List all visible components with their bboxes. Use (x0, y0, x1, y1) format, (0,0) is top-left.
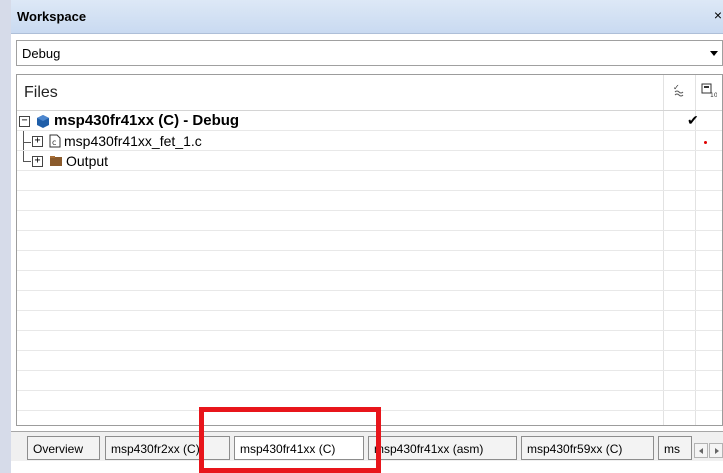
tab-msp430fr2xx-c[interactable]: msp430fr2xx (C) (105, 436, 230, 460)
empty-row (17, 391, 722, 411)
tab-scroll-buttons (694, 443, 723, 458)
modified-dot-icon (704, 141, 707, 144)
tab-label: msp430fr2xx (C) (111, 442, 200, 456)
empty-row (17, 371, 722, 391)
files-column-header: Files (24, 84, 58, 101)
workspace-panel: Workspace × Debug Files ✓ 10 − msp430fr4… (11, 0, 723, 473)
empty-row (17, 191, 722, 211)
source-file-label: msp430fr41xx_fet_1.c (64, 133, 202, 149)
tab-label: Overview (33, 442, 84, 456)
arrow-right-icon (715, 448, 719, 454)
configuration-value: Debug (22, 46, 61, 61)
expand-icon[interactable]: + (32, 156, 43, 167)
scroll-left-button[interactable] (694, 443, 708, 458)
build-check-icon: ✔ (687, 112, 699, 128)
empty-row (17, 331, 722, 351)
tab-label: msp430fr41xx (asm) (374, 442, 484, 456)
collapse-icon[interactable]: − (19, 116, 30, 127)
project-hexagon-icon (37, 115, 49, 128)
expand-icon[interactable]: + (32, 136, 43, 147)
empty-row (17, 351, 722, 371)
workspace-titlebar: Workspace × (11, 0, 723, 34)
svg-text:c: c (52, 138, 56, 147)
tab-msp430fr41xx-c[interactable]: msp430fr41xx (C) (234, 436, 364, 460)
empty-row (17, 211, 722, 231)
workspace-tabs: Overview msp430fr2xx (C) msp430fr41xx (C… (11, 431, 723, 461)
output-folder-label: Output (66, 153, 109, 169)
c-file-icon: c (49, 134, 61, 148)
tab-label: msp430fr41xx (C) (240, 442, 336, 456)
arrow-left-icon (699, 448, 703, 454)
configuration-dropdown[interactable]: Debug (16, 40, 723, 66)
workspace-title: Workspace (17, 9, 87, 24)
tree-row-output[interactable]: + Output (17, 151, 722, 171)
folder-icon (50, 156, 62, 166)
empty-row (17, 271, 722, 291)
dropdown-arrow-icon[interactable] (710, 51, 718, 56)
empty-row (17, 171, 722, 191)
empty-row (17, 311, 722, 331)
files-rows: − msp430fr41xx (C) - Debug ✔ + c msp430f… (17, 111, 722, 411)
tab-ms-truncated[interactable]: ms (658, 436, 692, 460)
files-header: Files ✓ 10 (17, 75, 722, 111)
empty-row (17, 291, 722, 311)
tab-msp430fr59xx-c[interactable]: msp430fr59xx (C) (521, 436, 654, 460)
empty-row (17, 251, 722, 271)
empty-row (17, 231, 722, 251)
tree-row-project[interactable]: − msp430fr41xx (C) - Debug ✔ (17, 111, 722, 131)
options-icon[interactable]: 10 (701, 82, 717, 98)
tab-overview[interactable]: Overview (27, 436, 100, 460)
build-status-icon[interactable]: ✓ (672, 82, 688, 98)
tab-label: msp430fr59xx (C) (527, 442, 623, 456)
tab-msp430fr41xx-asm[interactable]: msp430fr41xx (asm) (368, 436, 517, 460)
files-tree-panel: Files ✓ 10 − msp430fr41xx (C) - Debug ✔ … (16, 74, 723, 426)
close-icon[interactable]: × (714, 7, 722, 23)
left-margin-strip (0, 0, 11, 473)
svg-text:10: 10 (710, 92, 717, 98)
project-label: msp430fr41xx (C) - Debug (54, 112, 240, 129)
tree-row-source-file[interactable]: + c msp430fr41xx_fet_1.c (17, 131, 722, 151)
tab-label: ms (664, 442, 680, 456)
scroll-right-button[interactable] (709, 443, 723, 458)
